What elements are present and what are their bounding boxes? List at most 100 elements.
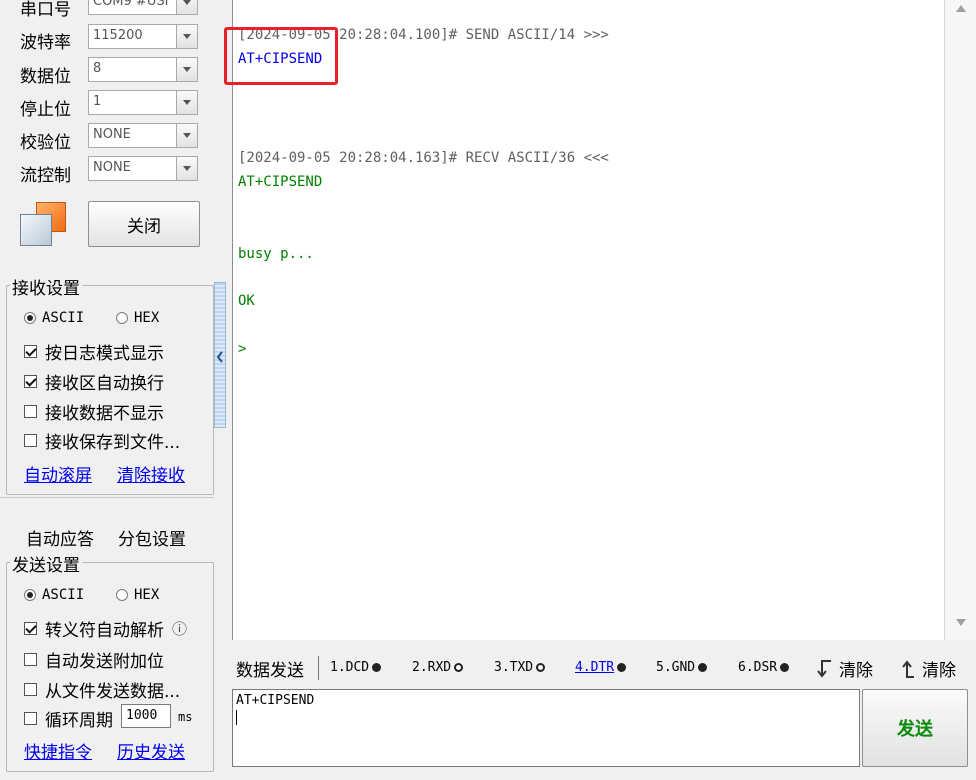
led-on-icon (617, 663, 627, 672)
send-hex-radio[interactable]: HEX (116, 587, 159, 603)
send-button[interactable]: 发送 (862, 689, 968, 767)
receive-settings-title: 接收设置 (10, 274, 82, 299)
auto-scroll-link[interactable]: 自动滚屏 (24, 461, 92, 486)
loop-period-input[interactable]: 1000 (121, 704, 171, 728)
signal-dcd[interactable]: 1.DCD (330, 660, 382, 675)
baud-value: 115200 (93, 28, 143, 43)
led-off-icon (454, 663, 464, 672)
flow-select[interactable]: NONE (88, 156, 198, 181)
arrow-down-left-icon (817, 659, 831, 678)
log-mode-checkbox[interactable]: 按日志模式显示 (24, 339, 164, 364)
quick-commands-link[interactable]: 快捷指令 (24, 738, 92, 763)
append-bits-label: 自动发送附加位 (45, 652, 164, 672)
chevron-down-icon[interactable] (176, 25, 197, 48)
checkbox-checked-icon (24, 345, 37, 358)
save-to-file-checkbox[interactable]: 接收保存到文件... (24, 428, 180, 453)
escape-parse-label: 转义符自动解析 (45, 621, 164, 641)
scroll-up-icon[interactable] (956, 5, 966, 12)
highlight-box (224, 27, 338, 85)
signal-dcd-label: 1.DCD (330, 660, 370, 675)
log-scrollbar[interactable] (944, 0, 976, 640)
clear-all-button[interactable]: 清除 (900, 656, 956, 681)
checkbox-icon (24, 683, 37, 696)
tab-auto-reply[interactable]: 自动应答 (26, 525, 94, 550)
chevron-down-icon[interactable] (176, 157, 197, 180)
log-recv-header: [2024-09-05 20:28:04.163]# RECV ASCII/36… (238, 150, 609, 166)
send-ascii-radio[interactable]: ASCII (24, 587, 84, 603)
chevron-down-icon[interactable] (176, 58, 197, 81)
info-icon[interactable]: ⓘ (172, 618, 187, 639)
checkbox-icon (24, 712, 37, 725)
text-cursor (236, 710, 237, 725)
signal-gnd-label: 5.GND (656, 660, 696, 675)
send-history-link[interactable]: 历史发送 (117, 738, 185, 763)
parity-value: NONE (93, 127, 131, 142)
send-input-text: AT+CIPSEND (236, 693, 315, 708)
led-off-icon (536, 663, 546, 672)
signal-txd-label: 3.TXD (494, 660, 534, 675)
databits-select[interactable]: 8 (88, 57, 198, 82)
parity-label: 校验位 (20, 133, 71, 153)
divider (318, 656, 319, 680)
stopbits-label: 停止位 (20, 100, 71, 120)
radio-icon (116, 589, 128, 601)
radio-selected-icon (24, 589, 36, 601)
signal-dtr-label[interactable]: 4.DTR (575, 660, 614, 675)
signal-gnd[interactable]: 5.GND (656, 660, 708, 675)
close-port-button[interactable]: 关闭 (88, 201, 200, 247)
log-recv-line: busy p... (238, 246, 314, 262)
hide-data-label: 接收数据不显示 (45, 404, 164, 424)
escape-parse-checkbox[interactable]: 转义符自动解析 ⓘ (24, 616, 187, 641)
tab-data-send[interactable]: 数据发送 (236, 656, 304, 681)
radio-selected-icon (24, 312, 36, 324)
clear-receive-link[interactable]: 清除接收 (117, 461, 185, 486)
log-recv-line: > (238, 341, 247, 357)
stopbits-value: 1 (93, 94, 102, 109)
auto-wrap-checkbox[interactable]: 接收区自动换行 (24, 369, 164, 394)
auto-wrap-label: 接收区自动换行 (45, 374, 164, 394)
scroll-down-icon[interactable] (956, 619, 966, 626)
loop-period-checkbox[interactable]: 循环周期 (24, 706, 113, 731)
send-from-file-checkbox[interactable]: 从文件发送数据... (24, 677, 180, 702)
signal-rxd-label: 2.RXD (412, 660, 452, 675)
receive-ascii-label: ASCII (42, 310, 85, 326)
send-toolbar: 数据发送 1.DCD 2.RXD 3.TXD 4.DTR 5.GND 6.DSR… (232, 654, 976, 684)
led-on-icon (780, 663, 790, 672)
loop-period-label: 循环周期 (45, 711, 113, 731)
signal-dsr[interactable]: 6.DSR (738, 660, 790, 675)
parity-select[interactable]: NONE (88, 123, 198, 148)
port-select[interactable]: COM9 #USI (88, 0, 198, 15)
chevron-down-icon[interactable] (176, 0, 197, 14)
signal-rxd[interactable]: 2.RXD (412, 660, 464, 675)
send-hex-label: HEX (134, 587, 160, 603)
signal-dsr-label: 6.DSR (738, 660, 778, 675)
chevron-left-icon[interactable] (216, 351, 224, 363)
append-bits-checkbox[interactable]: 自动发送附加位 (24, 647, 164, 672)
stopbits-select[interactable]: 1 (88, 90, 198, 115)
checkbox-checked-icon (24, 622, 37, 635)
checkbox-icon (24, 434, 37, 447)
baud-select[interactable]: 115200 (88, 24, 198, 49)
chevron-down-icon[interactable] (176, 91, 197, 114)
baud-label: 波特率 (20, 33, 71, 53)
receive-log[interactable]: [2024-09-05 20:28:04.100]# SEND ASCII/14… (224, 0, 945, 640)
led-on-icon (698, 663, 708, 672)
databits-value: 8 (93, 61, 102, 76)
receive-hex-radio[interactable]: HEX (116, 310, 159, 326)
receive-hex-label: HEX (134, 310, 160, 326)
signal-txd[interactable]: 3.TXD (494, 660, 546, 675)
arrow-up-left-icon (902, 659, 914, 678)
tab-packet-settings[interactable]: 分包设置 (118, 525, 186, 550)
receive-ascii-radio[interactable]: ASCII (24, 310, 84, 326)
port-value: COM9 #USI (93, 0, 169, 9)
panel-splitter[interactable] (214, 282, 226, 428)
clear-send-label: 清除 (839, 661, 873, 681)
send-input[interactable]: AT+CIPSEND (232, 689, 860, 767)
send-settings-title: 发送设置 (10, 551, 82, 576)
clear-send-button[interactable]: 清除 (817, 656, 873, 681)
signal-dtr[interactable]: 4.DTR (575, 660, 627, 675)
hide-data-checkbox[interactable]: 接收数据不显示 (24, 399, 164, 424)
port-status-icon (18, 200, 68, 248)
chevron-down-icon[interactable] (176, 124, 197, 147)
send-ascii-label: ASCII (42, 587, 85, 603)
